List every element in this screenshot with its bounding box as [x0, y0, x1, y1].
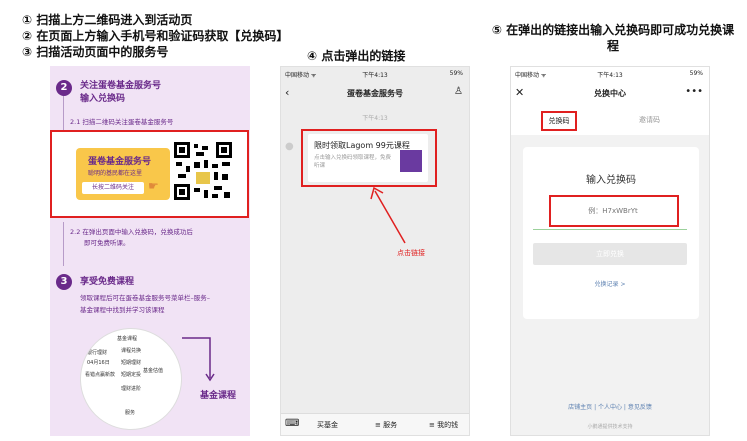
step3-desc-2: 基金课程中找到并学习该课程 [80, 306, 165, 314]
account-avatar-icon: ● [285, 141, 294, 152]
menu-item: 服务 [125, 410, 136, 416]
battery: 59% [449, 70, 463, 77]
bottom-tabbar: ⌨ 买基金 ≡ 服务 ≡ 我的钱 [281, 413, 469, 435]
menu-item: 课程兑换 [121, 348, 142, 354]
message-title: 限时领取Lagom 99元课程 [314, 141, 410, 150]
message-thumbnail [400, 150, 422, 172]
card-title: 蛋卷基金服务号 [88, 157, 152, 167]
step2-title-2: 输入兑换码 [80, 94, 126, 104]
instruction-step4: ④ 点击弹出的链接 [307, 49, 406, 63]
instruction-step1: ① 扫描上方二维码进入到活动页 [22, 13, 193, 27]
tab-service[interactable]: ≡ 服务 [375, 420, 397, 430]
menu-item: 理财进阶 [121, 386, 142, 392]
click-link-label: 点击链接 [397, 249, 425, 257]
long-press-button[interactable]: 长按二维码关注 [82, 182, 144, 194]
more-icon[interactable]: ••• [685, 86, 703, 97]
clock: 下午4:13 [597, 72, 623, 79]
instruction-step5: ⑤ 在弹出的链接出输入兑换码即可成功兑换课程 [491, 23, 735, 53]
footer-links[interactable]: 店铺主页 | 个人中心 | 意见反馈 [511, 402, 709, 411]
menu-item: 基金估值 [143, 368, 164, 374]
tab-my-money[interactable]: ≡ 我的钱 [429, 420, 458, 430]
red-arrow-icon [370, 186, 406, 244]
status-bar: 中国移动 ᯤ 下午4:13 59% [281, 70, 469, 80]
service-account-card: 蛋卷基金服务号 聪明的基民都在这里 长按二维码关注 ☛ [76, 148, 170, 200]
footer-note: 小鹅通提供技术支持 [587, 424, 633, 430]
link-message[interactable]: 限时领取Lagom 99元课程 点击输入兑换码领取课程，免费听课 [308, 134, 428, 182]
step3-desc-1: 领取课程后可在蛋卷基金服务号菜单栏–服务– [80, 294, 210, 302]
redeem-now-button[interactable]: 立即兑换 [533, 243, 687, 265]
qr-highlight-box: 蛋卷基金服务号 聪明的基民都在这里 长按二维码关注 ☛ [50, 130, 249, 218]
step3-badge: 3 [56, 274, 72, 290]
battery: 59% [689, 70, 703, 77]
tab-invite-code[interactable]: 邀请码 [639, 115, 660, 125]
tab-redeem-code[interactable]: 兑换码 [541, 111, 577, 131]
tab-buy-fund[interactable]: 买基金 [317, 420, 338, 430]
fund-course-label: 基金课程 [200, 391, 237, 401]
redeem-heading: 输入兑换码 [586, 175, 636, 186]
chat-title: 蛋卷基金服务号 [347, 89, 403, 98]
card-subtitle: 聪明的基民都在这里 [88, 170, 143, 177]
instructions-left: ① 扫描上方二维码进入到活动页 ② 在页面上方输入手机号和验证码获取【兑换码】 … [22, 12, 288, 60]
keyboard-icon[interactable]: ⌨ [285, 418, 299, 429]
sub-step-22-line1: 2.2 在弹出页面中输入兑换码，兑换成功后 [70, 228, 193, 236]
menu-left-item: 04月16日 [87, 360, 110, 366]
redeem-navbar: ✕ 兑换中心 ••• [511, 83, 709, 103]
qr-code-icon[interactable] [174, 142, 232, 200]
step2-title-1: 关注蛋卷基金服务号 [80, 81, 162, 91]
clock: 下午4:13 [362, 72, 388, 79]
menu-left-item: 看错点赢新款 [85, 372, 116, 378]
chat-phone: 中国移动 ᯤ 下午4:13 59% ‹ 蛋卷基金服务号 ♙ 下午4:13 ● 限… [280, 66, 470, 436]
redeem-card: 输入兑换码 [523, 147, 699, 319]
input-underline [533, 229, 687, 230]
step2-badge: 2 [56, 80, 72, 96]
message-time: 下午4:13 [362, 115, 388, 122]
timeline-line-2 [63, 222, 64, 266]
pointer-arrow-icon [182, 337, 215, 382]
sub-step-22-line2: 即可免费听课。 [84, 239, 130, 247]
profile-icon[interactable]: ♙ [454, 86, 463, 97]
code-input-highlight [549, 195, 679, 227]
redeem-record-link[interactable]: 兑换记录 > [511, 279, 709, 288]
menu-magnifier: 基金课程 课程兑换 短期理财 短期定投 基金估值 理财进阶 服务 04月16日 … [80, 328, 182, 430]
instruction-step2: ② 在页面上方输入手机号和验证码获取【兑换码】 [22, 29, 289, 43]
sub-step-21: 2.1 扫描二维码关注蛋卷基金服务号 [70, 118, 174, 126]
status-bar: 中国移动 ᯤ 下午4:13 59% [511, 70, 709, 80]
menu-item: 短期理财 [121, 360, 142, 366]
pointing-hand-icon: ☛ [148, 179, 159, 193]
menu-item: 基金课程 [117, 336, 138, 342]
step3-title: 享受免费课程 [80, 277, 135, 287]
guide-panel: 2 关注蛋卷基金服务号 输入兑换码 2.1 扫描二维码关注蛋卷基金服务号 蛋卷基… [50, 66, 250, 436]
redeem-phone: 中国移动 ᯤ 下午4:13 59% ✕ 兑换中心 ••• 兑换码 邀请码 输入兑… [510, 66, 710, 436]
redeem-title: 兑换中心 [594, 89, 626, 98]
chat-navbar: ‹ 蛋卷基金服务号 ♙ [281, 83, 469, 103]
instruction-step3: ③ 扫描活动页面中的服务号 [22, 45, 169, 59]
message-highlight-box: 限时领取Lagom 99元课程 点击输入兑换码领取课程，免费听课 [301, 129, 437, 187]
menu-left-item: 银行理财 [87, 350, 108, 356]
message-desc: 点击输入兑换码领取课程，免费听课 [314, 155, 392, 169]
menu-item: 短期定投 [121, 372, 142, 378]
redeem-code-input[interactable] [557, 203, 669, 219]
